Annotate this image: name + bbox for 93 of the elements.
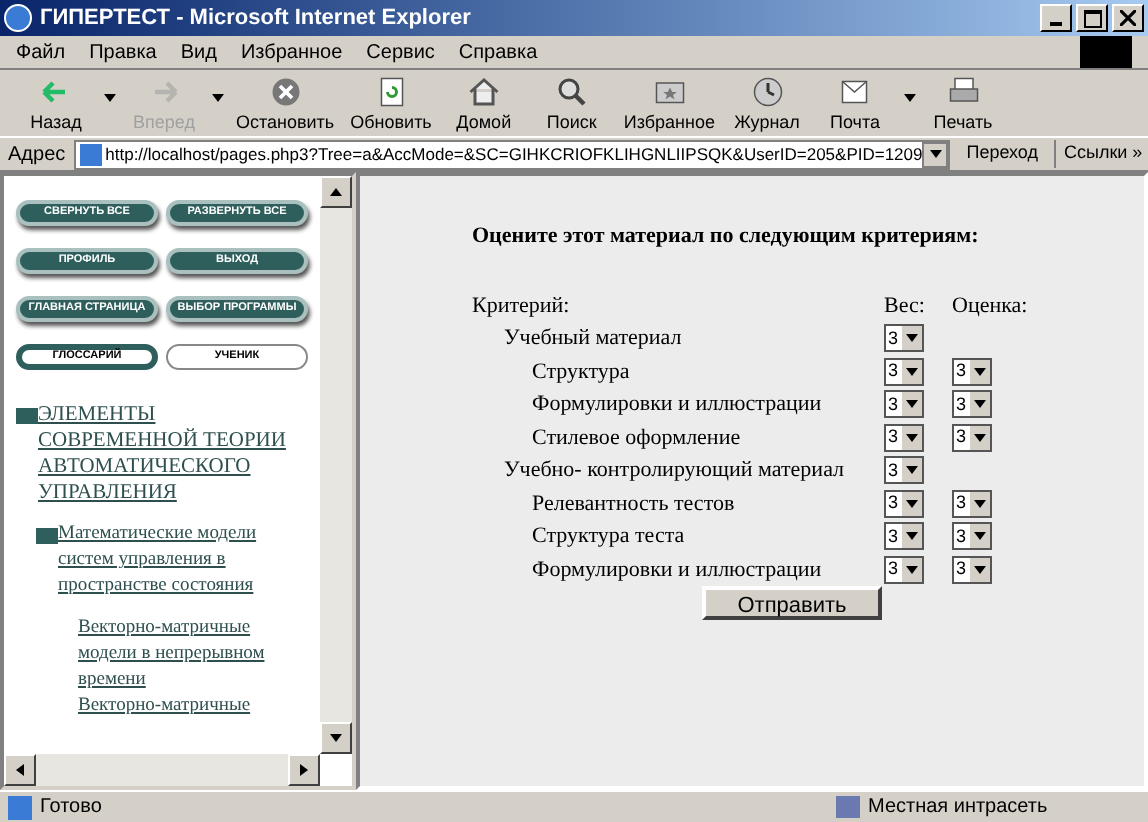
- address-field[interactable]: http://localhost/pages.php3?Tree=a&AccMode=&SC=GIHKCRIOFKLIHGNLIIPSQK&UserID=205&PID=1209: [73, 139, 951, 169]
- minimize-button[interactable]: [1040, 4, 1072, 32]
- toolbar-button[interactable]: Назад: [16, 72, 96, 136]
- rating-select[interactable]: 3: [884, 324, 924, 353]
- undefined: [16, 764, 24, 776]
- scroll-down-icon[interactable]: [320, 722, 352, 754]
- criterion-label: Структура теста: [530, 522, 687, 552]
- undefined: [974, 400, 986, 409]
- undefined: [974, 433, 986, 442]
- toolbar-button[interactable]: Избранное: [619, 72, 720, 136]
- criterion-label: Формулировки и иллюстрации: [530, 555, 824, 585]
- home-icon: [465, 73, 502, 109]
- undefined: [330, 188, 342, 196]
- rating-select[interactable]: 3: [884, 456, 924, 485]
- maximize-button[interactable]: [1076, 4, 1108, 32]
- menu-item[interactable]: Сервис: [366, 37, 435, 67]
- vertical-scrollbar[interactable]: [320, 176, 352, 754]
- rating-select[interactable]: 3: [952, 423, 992, 452]
- rating-select[interactable]: 3: [952, 357, 992, 386]
- maximize-icon: [1083, 9, 1101, 27]
- folder-icon: [16, 408, 38, 424]
- undefined: [906, 367, 918, 376]
- criterion-label: Учебный материал: [502, 324, 684, 354]
- undefined: [906, 334, 918, 343]
- column-header: Вес:: [884, 291, 927, 321]
- tree-link[interactable]: ЭЛЕМЕНТЫ СОВРЕМЕННОЙ ТЕОРИИ АВТОМАТИЧЕСКОГО УПРАВЛЕНИЯ: [38, 402, 308, 506]
- criterion-label: Структура: [530, 357, 632, 387]
- scroll-up-icon[interactable]: [320, 176, 352, 208]
- undefined: [906, 499, 918, 508]
- rating-select[interactable]: 3: [952, 489, 992, 518]
- dropdown-arrow-icon[interactable]: [104, 93, 116, 101]
- menu-item[interactable]: Избранное: [240, 37, 343, 67]
- criterion-label: Стилевое оформление: [530, 423, 743, 453]
- rating-select[interactable]: 3: [884, 522, 924, 551]
- scroll-right-icon[interactable]: [288, 754, 320, 786]
- window-title: ГИПЕРТЕСТ - Microsoft Internet Explorer: [40, 3, 473, 34]
- toolbar-button[interactable]: Печать: [923, 72, 1004, 136]
- menu-item[interactable]: Правка: [89, 37, 157, 67]
- rating-select[interactable]: 3: [884, 423, 924, 452]
- tree-link[interactable]: Математические модели систем управления в пространстве состояния: [58, 522, 308, 600]
- rating-select[interactable]: 3: [884, 390, 924, 419]
- stop-icon: [267, 73, 304, 109]
- criterion-label: Учебно- контролирующий материал: [502, 456, 847, 486]
- rating-select[interactable]: 3: [952, 390, 992, 419]
- history-icon: [749, 73, 786, 109]
- dropdown-arrow-icon[interactable]: [903, 93, 916, 101]
- menu-item[interactable]: Файл: [16, 37, 66, 67]
- form-heading: Оцените этот материал по следующим критериям:: [472, 222, 981, 252]
- rating-select[interactable]: 3: [952, 555, 992, 584]
- toolbar-button[interactable]: Почта: [815, 72, 896, 136]
- toolbar-button[interactable]: Остановить: [232, 72, 339, 136]
- undefined: [974, 565, 986, 574]
- undefined: [906, 400, 918, 409]
- undefined: [929, 150, 942, 158]
- horizontal-scrollbar[interactable]: [4, 754, 320, 786]
- undefined: [974, 499, 986, 508]
- column-header: Критерий:: [472, 291, 572, 321]
- undefined: [906, 532, 918, 541]
- undefined: [330, 734, 342, 742]
- undefined: [906, 466, 918, 475]
- page-icon: [79, 143, 102, 165]
- close-button[interactable]: [1112, 4, 1144, 32]
- rating-select[interactable]: 3: [884, 489, 924, 518]
- close-icon: [1120, 10, 1136, 26]
- search-icon: [553, 73, 590, 109]
- zone-text: Местная интрасеть: [868, 794, 1050, 822]
- submit-button[interactable]: Отправить: [701, 586, 883, 620]
- rating-select[interactable]: 3: [952, 522, 992, 551]
- go-button[interactable]: Переход: [958, 140, 1046, 168]
- status-text: Готово: [40, 794, 104, 822]
- scroll-left-icon[interactable]: [4, 754, 36, 786]
- links-button[interactable]: Ссылки »: [1054, 140, 1148, 168]
- undefined: [974, 367, 986, 376]
- rating-select[interactable]: 3: [884, 555, 924, 584]
- menu-item[interactable]: Справка: [458, 37, 538, 67]
- tree-link[interactable]: Векторно-матричные: [78, 694, 251, 720]
- undefined: [300, 764, 308, 776]
- undefined: [906, 565, 918, 574]
- menu-item[interactable]: Вид: [180, 37, 217, 67]
- toolbar-button[interactable]: Поиск: [531, 72, 612, 136]
- criterion-label: Релевантность тестов: [530, 489, 737, 519]
- toolbar-button[interactable]: Журнал: [727, 72, 808, 136]
- rating-select[interactable]: 3: [884, 357, 924, 386]
- tree-link[interactable]: Векторно-матричные модели в непрерывном времени: [78, 616, 308, 694]
- criterion-label: Формулировки и иллюстрации: [530, 390, 824, 420]
- page-icon: [8, 795, 32, 819]
- undefined: [974, 532, 986, 541]
- undefined: [906, 433, 918, 442]
- folder-icon: [36, 528, 58, 544]
- address-label: Адрес: [8, 141, 66, 169]
- column-header: Оценка:: [952, 291, 1030, 321]
- toolbar-button[interactable]: Домой: [443, 72, 524, 136]
- toolbar-button[interactable]: Обновить: [346, 72, 436, 136]
